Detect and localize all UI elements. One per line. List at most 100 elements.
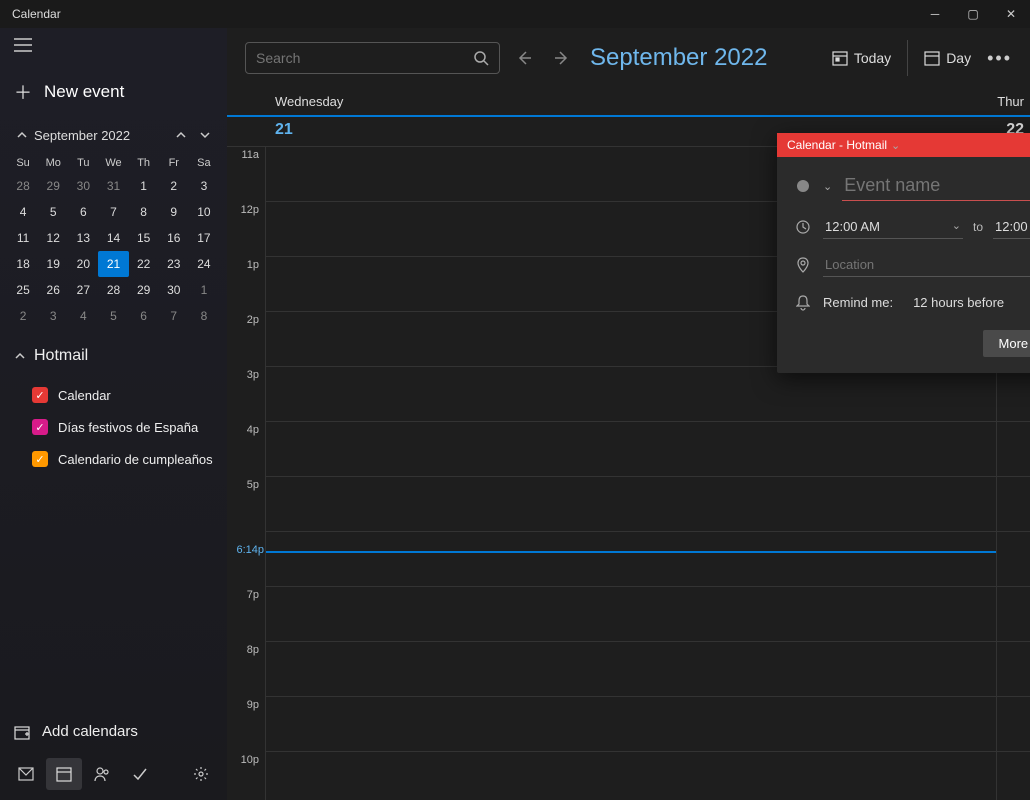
mini-cal-collapse[interactable] <box>10 123 34 147</box>
calendar-checkbox[interactable]: ✓ <box>32 451 48 467</box>
mini-cal-day[interactable]: 15 <box>129 225 159 251</box>
account-header[interactable]: Hotmail <box>0 337 227 375</box>
calendar-color-indicator[interactable] <box>797 180 809 192</box>
mini-cal-day[interactable]: 3 <box>189 173 219 199</box>
chevron-down-icon[interactable]: ⌄ <box>823 180 832 193</box>
mini-cal-day[interactable]: 29 <box>129 277 159 303</box>
calendar-checkbox[interactable]: ✓ <box>32 387 48 403</box>
calendar-icon[interactable] <box>46 758 82 790</box>
location-input[interactable] <box>823 253 1030 277</box>
mini-cal-day[interactable]: 24 <box>189 251 219 277</box>
mini-cal-day[interactable]: 5 <box>38 199 68 225</box>
mini-cal-day[interactable]: 6 <box>68 199 98 225</box>
hour-cell[interactable] <box>266 697 996 752</box>
calendar-list-item[interactable]: ✓Calendar <box>14 379 213 411</box>
hour-cell[interactable] <box>997 642 1030 697</box>
window-minimize[interactable]: ─ <box>916 0 954 28</box>
hour-cell[interactable] <box>997 587 1030 642</box>
mini-cal-day[interactable]: 30 <box>159 277 189 303</box>
mini-cal-day[interactable]: 10 <box>189 199 219 225</box>
hour-cell[interactable] <box>266 477 996 532</box>
mini-cal-day[interactable]: 30 <box>68 173 98 199</box>
mini-cal-day[interactable]: 26 <box>38 277 68 303</box>
mini-cal-day[interactable]: 4 <box>68 303 98 329</box>
hour-cell[interactable] <box>266 422 996 477</box>
mini-cal-day[interactable]: 7 <box>159 303 189 329</box>
hour-cell[interactable] <box>997 532 1030 587</box>
mini-cal-day[interactable]: 1 <box>129 173 159 199</box>
mini-cal-day[interactable]: 1 <box>189 277 219 303</box>
mini-cal-day[interactable]: 21 <box>98 251 128 277</box>
event-name-input[interactable] <box>842 171 1030 201</box>
mail-icon[interactable] <box>8 758 44 790</box>
hour-cell[interactable] <box>997 422 1030 477</box>
time-label: 5p <box>227 477 259 532</box>
mini-cal-day[interactable]: 28 <box>8 173 38 199</box>
mini-cal-day[interactable]: 8 <box>189 303 219 329</box>
hour-cell[interactable] <box>997 752 1030 800</box>
hour-cell[interactable] <box>266 642 996 697</box>
calendar-list-item[interactable]: ✓Días festivos de España <box>14 411 213 443</box>
hamburger-menu[interactable] <box>0 28 227 67</box>
mini-cal-day[interactable]: 11 <box>8 225 38 251</box>
end-time-select[interactable]: 12:00 AM⌄ <box>993 215 1030 239</box>
mini-cal-day[interactable]: 8 <box>129 199 159 225</box>
mini-cal-day[interactable]: 19 <box>38 251 68 277</box>
more-menu[interactable]: ••• <box>987 48 1012 69</box>
mini-cal-next[interactable] <box>193 123 217 147</box>
hour-cell[interactable] <box>266 587 996 642</box>
window-maximize[interactable]: ▢ <box>954 0 992 28</box>
mini-cal-day[interactable]: 23 <box>159 251 189 277</box>
mini-cal-day[interactable]: 7 <box>98 199 128 225</box>
more-details-button[interactable]: More details <box>983 330 1030 357</box>
nav-back[interactable] <box>510 44 538 72</box>
mini-cal-day[interactable]: 22 <box>129 251 159 277</box>
mini-cal-day[interactable]: 20 <box>68 251 98 277</box>
mini-cal-day[interactable]: 6 <box>129 303 159 329</box>
settings-icon[interactable] <box>183 758 219 790</box>
day-view-button[interactable]: Day <box>924 50 971 66</box>
mini-cal-day[interactable]: 4 <box>8 199 38 225</box>
mini-cal-day[interactable]: 2 <box>8 303 38 329</box>
mini-cal-day[interactable]: 29 <box>38 173 68 199</box>
mini-cal-day[interactable]: 13 <box>68 225 98 251</box>
mini-cal-day[interactable]: 14 <box>98 225 128 251</box>
time-label: 1p <box>227 257 259 312</box>
start-time-select[interactable]: 12:00 AM⌄ <box>823 215 963 239</box>
calendar-checkbox[interactable]: ✓ <box>32 419 48 435</box>
search-box[interactable] <box>245 42 500 74</box>
mini-cal-prev[interactable] <box>169 123 193 147</box>
chevron-down-icon[interactable]: ⌄ <box>891 139 900 152</box>
today-button[interactable]: Today <box>832 50 891 66</box>
mini-cal-day[interactable]: 25 <box>8 277 38 303</box>
time-label: 4p <box>227 422 259 477</box>
todo-icon[interactable] <box>122 758 158 790</box>
add-calendars-button[interactable]: Add calendars <box>0 711 227 752</box>
nav-forward[interactable] <box>548 44 576 72</box>
mini-cal-day[interactable]: 3 <box>38 303 68 329</box>
popup-calendar-name[interactable]: Calendar - Hotmail <box>787 138 887 152</box>
new-event-button[interactable]: ＋ New event <box>0 67 227 119</box>
mini-cal-day[interactable]: 5 <box>98 303 128 329</box>
mini-cal-day[interactable]: 27 <box>68 277 98 303</box>
window-close[interactable]: ✕ <box>992 0 1030 28</box>
search-input[interactable] <box>256 50 473 66</box>
hour-cell[interactable] <box>997 477 1030 532</box>
mini-cal-day[interactable]: 12 <box>38 225 68 251</box>
hour-cell[interactable] <box>997 367 1030 422</box>
mini-cal-day[interactable]: 2 <box>159 173 189 199</box>
hour-cell[interactable] <box>266 367 996 422</box>
mini-cal-day[interactable]: 31 <box>98 173 128 199</box>
mini-cal-day[interactable]: 16 <box>159 225 189 251</box>
remind-select[interactable]: 12 hours before⌄ <box>911 291 1030 314</box>
people-icon[interactable] <box>84 758 120 790</box>
mini-cal-day[interactable]: 17 <box>189 225 219 251</box>
calendar-list-item[interactable]: ✓Calendario de cumpleaños <box>14 443 213 475</box>
mini-cal-day[interactable]: 28 <box>98 277 128 303</box>
mini-cal-day[interactable]: 9 <box>159 199 189 225</box>
hour-cell[interactable] <box>266 532 996 587</box>
hour-cell[interactable] <box>997 697 1030 752</box>
hour-cell[interactable] <box>266 752 996 800</box>
month-title[interactable]: September 2022 <box>590 44 767 72</box>
mini-cal-day[interactable]: 18 <box>8 251 38 277</box>
